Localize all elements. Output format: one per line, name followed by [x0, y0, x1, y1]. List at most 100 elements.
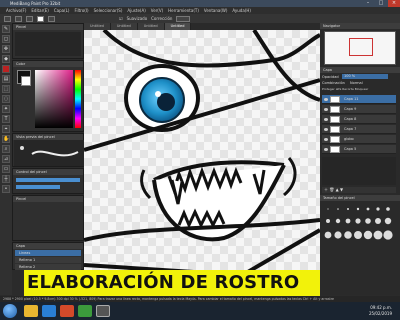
- left-layer-row[interactable]: Relleno 1: [15, 257, 81, 263]
- menu-item-ver[interactable]: Ver(V): [151, 7, 163, 14]
- visibility-eye-icon[interactable]: [324, 138, 328, 141]
- brush-control-title: Control del pincel: [13, 169, 83, 175]
- navigator-viewport[interactable]: [349, 38, 373, 56]
- app-icon[interactable]: [78, 305, 92, 317]
- navigator-preview[interactable]: [324, 31, 396, 65]
- visibility-eye-icon[interactable]: [324, 148, 328, 151]
- menu-item-editar[interactable]: Editar(E): [31, 7, 49, 14]
- brush-size-slider[interactable]: [16, 178, 80, 182]
- gradient-tool-icon[interactable]: ▤: [2, 75, 10, 83]
- tab-untitled-4[interactable]: Untitled: [164, 23, 192, 30]
- left-layer-panel: Capa Lineas Relleno 1 Relleno 2: [12, 242, 84, 270]
- layer-down-icon[interactable]: ▼: [340, 187, 343, 192]
- brush-list-panel: Pincel: [12, 23, 84, 59]
- menu-item-ajuste[interactable]: Ajuste(A): [127, 7, 145, 14]
- zoom-tool-icon[interactable]: ⌕: [2, 145, 10, 153]
- brush-preview-stroke: [14, 140, 84, 166]
- layer-thumbnail: [330, 136, 340, 143]
- brush-tool-icon[interactable]: ✎: [2, 25, 10, 33]
- layer-thumbnail: [330, 96, 340, 103]
- face-drawing: [84, 30, 320, 295]
- minimize-button[interactable]: –: [362, 0, 374, 7]
- frame-tool-icon[interactable]: ▭: [2, 165, 10, 173]
- protect-alpha-checkbox[interactable]: Proteger alfa: [322, 87, 341, 91]
- visibility-eye-icon[interactable]: [324, 98, 328, 101]
- color-swatch[interactable]: [37, 15, 44, 22]
- color-panel-title: Color: [13, 61, 83, 67]
- tab-untitled-1[interactable]: Untitled: [84, 23, 111, 30]
- lasso-tool-icon[interactable]: ◌: [2, 95, 10, 103]
- ruler-tool-icon[interactable]: ⊿: [2, 155, 10, 163]
- brush-control-panel: Control del pincel: [12, 168, 84, 194]
- tab-untitled-2[interactable]: Untitled: [110, 23, 138, 30]
- tool-option-button[interactable]: [48, 15, 55, 22]
- video-caption-banner: ELABORACIÓN DE ROSTRO: [24, 270, 320, 296]
- blend-select[interactable]: Normal: [350, 81, 363, 85]
- menu-item-seleccionar[interactable]: Seleccionar(S): [94, 7, 123, 14]
- tool-option-button[interactable]: [4, 15, 11, 22]
- maximize-button[interactable]: □: [375, 0, 387, 7]
- browser-icon[interactable]: [42, 305, 56, 317]
- tool-strip: ✎ ◻ ✥ ◆ ▤ ⬚ ◌ ✦ T ⌖ ✋ ⌕ ⊿ ▭ ┼ •: [0, 23, 12, 295]
- visibility-eye-icon[interactable]: [324, 128, 328, 131]
- layer-row[interactable]: Capa 9: [322, 105, 396, 114]
- lock-checkbox[interactable]: Bloquear: [355, 87, 368, 91]
- new-layer-icon[interactable]: ＋: [324, 187, 328, 192]
- hue-slider[interactable]: [75, 70, 81, 128]
- file-explorer-icon[interactable]: [24, 305, 38, 317]
- menu-item-ayuda[interactable]: Ayuda(H): [232, 7, 251, 14]
- media-player-icon[interactable]: [60, 305, 74, 317]
- start-button-icon[interactable]: [3, 304, 17, 318]
- clipping-checkbox[interactable]: Recorte: [342, 87, 354, 91]
- layer-row[interactable]: Capa 7: [322, 125, 396, 134]
- left-layer-row[interactable]: Lineas: [15, 250, 81, 256]
- layer-thumbnail: [330, 146, 340, 153]
- divide-tool-icon[interactable]: ┼: [2, 175, 10, 183]
- eyedropper-tool-icon[interactable]: ⌖: [2, 125, 10, 133]
- menu-item-filtro[interactable]: Filtro(I): [74, 7, 88, 14]
- layer-thumbnail: [330, 126, 340, 133]
- layer-row[interactable]: Capa 11: [322, 95, 396, 104]
- color-tool-icon[interactable]: [2, 65, 10, 73]
- layer-row[interactable]: Capa 8: [322, 115, 396, 124]
- correction-select[interactable]: [176, 15, 191, 22]
- opacity-slider[interactable]: 100 %: [342, 74, 388, 79]
- medibang-taskbar-icon[interactable]: [96, 305, 110, 317]
- windows-taskbar: 09:42 p.m. 25/02/2019: [0, 302, 400, 320]
- blend-label: Combinación: [322, 81, 345, 85]
- menu-item-capa[interactable]: Capa(L): [54, 7, 70, 14]
- visibility-eye-icon[interactable]: [324, 118, 328, 121]
- close-button[interactable]: ×: [388, 0, 400, 7]
- select-tool-icon[interactable]: ⬚: [2, 85, 10, 93]
- fill-tool-icon[interactable]: ◆: [2, 55, 10, 63]
- color-picker-square[interactable]: [35, 70, 73, 128]
- panel-header: Capa: [13, 243, 83, 249]
- tool-options-bar: ☑ Suavizado Corrección: [0, 14, 400, 23]
- layer-name: Capa 8: [344, 117, 357, 121]
- tool-option-button[interactable]: [15, 15, 22, 22]
- layer-up-icon[interactable]: ▲: [336, 187, 339, 192]
- checkbox-icon[interactable]: ☑: [119, 16, 123, 21]
- wand-tool-icon[interactable]: ✦: [2, 105, 10, 113]
- menu-item-herramienta[interactable]: Herramienta(T): [168, 7, 199, 14]
- delete-layer-icon[interactable]: 🗑: [329, 187, 334, 192]
- hand-tool-icon[interactable]: ✋: [2, 135, 10, 143]
- brush-size-title: Tamaño del pincel: [320, 195, 400, 201]
- menu-item-ventana[interactable]: Ventana(W): [204, 7, 228, 14]
- system-clock[interactable]: 09:42 p.m. 25/02/2019: [369, 305, 392, 317]
- menu-item-archivo[interactable]: Archivo(F): [6, 7, 26, 14]
- drawing-canvas[interactable]: [84, 30, 320, 295]
- brush-opacity-slider[interactable]: [16, 185, 60, 189]
- layer-row[interactable]: Capa 5: [322, 145, 396, 154]
- text-tool-icon[interactable]: T: [2, 115, 10, 123]
- dot-tool-icon[interactable]: •: [2, 185, 10, 193]
- brush-size-grid[interactable]: [322, 203, 398, 253]
- tab-untitled-3[interactable]: Untitled: [137, 23, 165, 30]
- visibility-eye-icon[interactable]: [324, 108, 328, 111]
- eraser-tool-icon[interactable]: ◻: [2, 35, 10, 43]
- tool-option-button[interactable]: [26, 15, 33, 22]
- brush-list[interactable]: [15, 32, 81, 56]
- move-tool-icon[interactable]: ✥: [2, 45, 10, 53]
- layer-row[interactable]: globo: [322, 135, 396, 144]
- background-color-swatch[interactable]: [21, 76, 31, 86]
